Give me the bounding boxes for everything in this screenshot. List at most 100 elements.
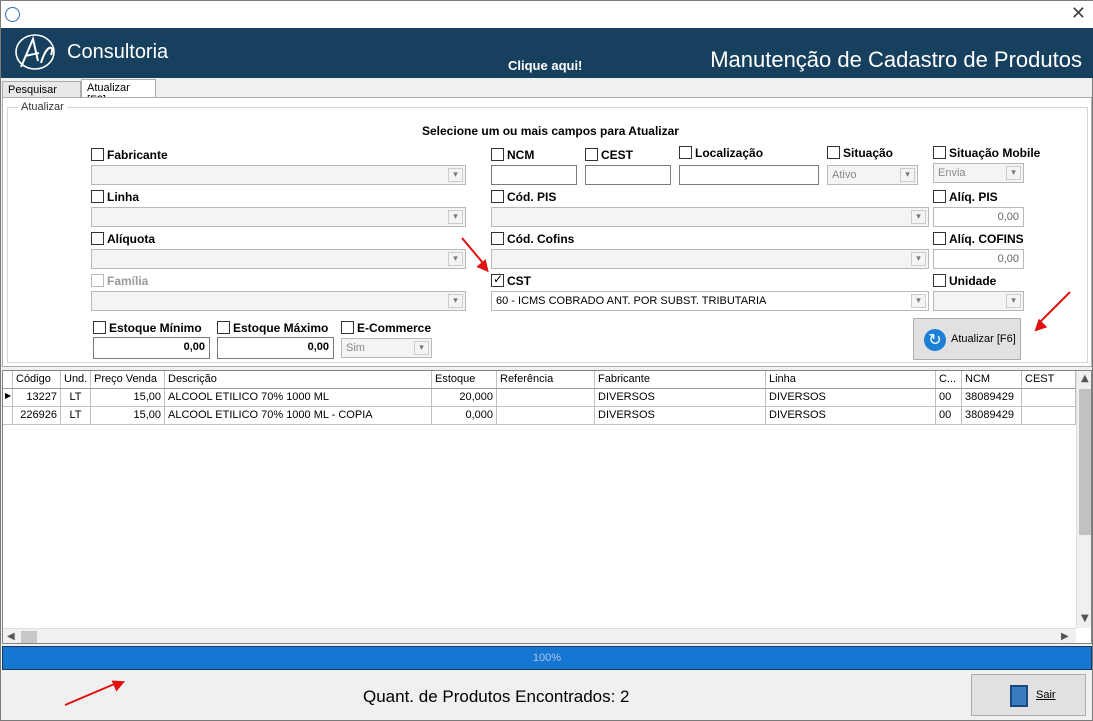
table-cell[interactable]: 38089429	[962, 389, 1022, 407]
table-cell[interactable]	[497, 407, 595, 425]
column-header[interactable]: C...	[936, 371, 962, 389]
logo-mark	[15, 34, 55, 70]
localizacao-label: Localização	[695, 146, 764, 160]
ecommerce-select[interactable]: Sim ▾	[341, 338, 432, 358]
cst-checkbox[interactable]	[491, 272, 504, 287]
exit-button[interactable]: Sair	[971, 674, 1086, 716]
cod-pis-select[interactable]: ▾	[491, 207, 929, 227]
scroll-up-icon[interactable]: ▲	[1081, 373, 1089, 384]
table-cell[interactable]: 13227	[13, 389, 61, 407]
aliq-pis-checkbox[interactable]	[933, 190, 946, 203]
situacao-mobile-checkbox[interactable]	[933, 146, 946, 159]
table-cell[interactable]: 38089429	[962, 407, 1022, 425]
linha-select[interactable]: ▾	[91, 207, 466, 227]
scroll-thumb[interactable]	[1079, 389, 1091, 535]
aliquota-select[interactable]: ▾	[91, 249, 466, 269]
estoque-minimo-checkbox[interactable]	[93, 321, 106, 334]
situacao-select[interactable]: Ativo ▾	[827, 165, 918, 185]
vertical-scrollbar[interactable]: ▲ ▼	[1076, 371, 1091, 628]
table-cell[interactable]: LT	[61, 407, 91, 425]
aliq-cofins-checkbox[interactable]	[933, 232, 946, 245]
tab-atualizar[interactable]: Atualizar [F2]	[81, 79, 156, 106]
table-cell[interactable]: LT	[61, 389, 91, 407]
fabricante-checkbox[interactable]	[91, 148, 104, 161]
table-cell[interactable]: 0,000	[432, 407, 497, 425]
table-cell[interactable]: DIVERSOS	[595, 389, 766, 407]
horizontal-scrollbar[interactable]: ◀ ▶	[3, 628, 1076, 643]
column-header[interactable]: Und.	[61, 371, 91, 389]
table-cell[interactable]	[497, 389, 595, 407]
cst-label: CST	[507, 274, 531, 288]
tab-pesquisar[interactable]: Pesquisar [F1]	[2, 81, 81, 108]
products-grid[interactable]: Código Und. Preço Venda Descrição Estoque Ref…	[2, 370, 1092, 644]
situacao-label: Situação	[843, 146, 894, 160]
column-header[interactable]: CEST	[1022, 371, 1076, 389]
localizacao-checkbox[interactable]	[679, 146, 692, 159]
scroll-down-icon[interactable]: ▼	[1081, 613, 1089, 624]
cod-pis-checkbox[interactable]	[491, 190, 504, 203]
column-header[interactable]: Descrição	[165, 371, 432, 389]
aliquota-checkbox[interactable]	[91, 232, 104, 245]
page-title: Manutenção de Cadastro de Produtos	[710, 47, 1082, 72]
chevron-down-icon: ▾	[448, 210, 463, 224]
column-header[interactable]: Preço Venda	[91, 371, 165, 389]
column-header[interactable]: NCM	[962, 371, 1022, 389]
close-icon[interactable]: ✕	[1071, 3, 1086, 24]
cest-checkbox[interactable]	[585, 148, 598, 161]
unidade-checkbox[interactable]	[933, 274, 946, 287]
table-cell[interactable]	[1022, 389, 1076, 407]
cod-cofins-checkbox[interactable]	[491, 232, 504, 245]
localizacao-field[interactable]	[679, 165, 819, 185]
table-cell[interactable]: 20,000	[432, 389, 497, 407]
estoque-minimo-field[interactable]: 0,00	[93, 337, 210, 359]
aliq-pis-field[interactable]: 0,00	[933, 207, 1024, 227]
table-cell[interactable]: 15,00	[91, 389, 165, 407]
ecommerce-label: E-Commerce	[357, 321, 432, 335]
scroll-left-icon[interactable]: ◀	[7, 631, 15, 642]
situacao-checkbox[interactable]	[827, 146, 840, 159]
table-cell[interactable]: 00	[936, 407, 962, 425]
column-header[interactable]: Estoque	[432, 371, 497, 389]
table-cell[interactable]	[1022, 407, 1076, 425]
scroll-right-icon[interactable]: ▶	[1061, 631, 1069, 642]
table-cell[interactable]: DIVERSOS	[595, 407, 766, 425]
column-header[interactable]: Código	[13, 371, 61, 389]
ncm-field[interactable]	[491, 165, 577, 185]
column-header[interactable]: Linha	[766, 371, 936, 389]
table-cell[interactable]: 226926	[13, 407, 61, 425]
estoque-maximo-checkbox[interactable]	[217, 321, 230, 334]
table-cell[interactable]: 00	[936, 389, 962, 407]
estoque-maximo-field[interactable]: 0,00	[217, 337, 334, 359]
aliq-cofins-field[interactable]: 0,00	[933, 249, 1024, 269]
column-header[interactable]: Referência	[497, 371, 595, 389]
table-cell[interactable]: ALCOOL ETILICO 70% 1000 ML - COPIA	[165, 407, 432, 425]
cta-link[interactable]: Clique aqui!	[508, 58, 582, 73]
scroll-thumb[interactable]	[21, 631, 37, 643]
table-cell[interactable]: DIVERSOS	[766, 389, 936, 407]
unidade-label: Unidade	[949, 274, 997, 288]
column-header[interactable]: Fabricante	[595, 371, 766, 389]
title-bar: ✕	[1, 1, 1093, 28]
linha-checkbox[interactable]	[91, 190, 104, 203]
logo-text: Consultoria	[67, 41, 169, 63]
door-icon	[1010, 685, 1028, 707]
aliquota-label: Alíquota	[107, 232, 155, 246]
cest-field[interactable]	[585, 165, 671, 185]
update-button[interactable]: ↻ Atualizar [F6]	[913, 318, 1021, 360]
cod-cofins-select[interactable]: ▾	[491, 249, 929, 269]
update-groupbox: Atualizar Selecione um ou mais campos pa…	[7, 101, 1088, 363]
table-cell[interactable]: 15,00	[91, 407, 165, 425]
table-cell[interactable]: DIVERSOS	[766, 407, 936, 425]
unidade-select[interactable]: ▾	[933, 291, 1024, 311]
ecommerce-checkbox[interactable]	[341, 321, 354, 334]
table-cell[interactable]: ALCOOL ETILICO 70% 1000 ML	[165, 389, 432, 407]
cest-label: CEST	[601, 148, 634, 162]
tab-panel-atualizar: Atualizar Selecione um ou mais campos pa…	[2, 97, 1092, 367]
situacao-mobile-label: Situação Mobile	[949, 146, 1041, 160]
cst-select[interactable]: 60 - ICMS COBRADO ANT. POR SUBST. TRIBUT…	[491, 291, 929, 311]
familia-checkbox	[91, 274, 104, 287]
situacao-mobile-select[interactable]: Envia ▾	[933, 163, 1024, 183]
ncm-checkbox[interactable]	[491, 148, 504, 161]
familia-select: ▾	[91, 291, 466, 311]
fabricante-select[interactable]: ▾	[91, 165, 466, 185]
